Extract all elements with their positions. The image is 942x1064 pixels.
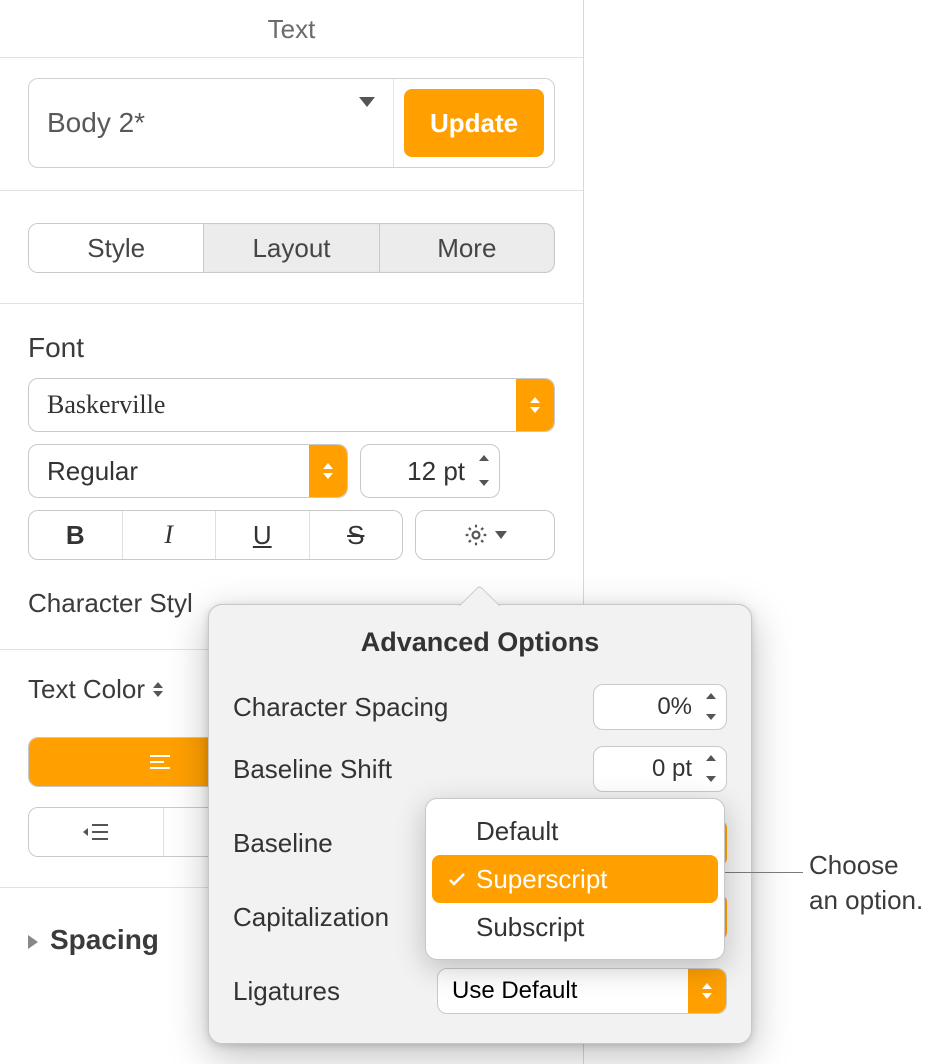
spacing-label: Spacing <box>50 924 159 956</box>
paragraph-style-row: Body 2* Update <box>28 78 555 168</box>
menu-item-label: Subscript <box>476 912 584 943</box>
font-family-value: Baskerville <box>29 390 516 420</box>
ligatures-label: Ligatures <box>233 976 437 1007</box>
disclosure-triangle-icon <box>28 924 40 956</box>
stepper-icon <box>516 379 554 431</box>
paragraph-style-name: Body 2* <box>47 107 145 139</box>
font-heading: Font <box>0 304 583 378</box>
ligatures-dropdown[interactable]: Use Default <box>437 968 727 1014</box>
chevron-down-icon <box>495 531 507 539</box>
callout-line-2: an option. <box>809 885 923 915</box>
update-style-button[interactable]: Update <box>404 89 544 157</box>
chevron-down-icon <box>359 107 375 139</box>
baseline-menu: Default Superscript Subscript <box>425 798 725 960</box>
inspector-tabs: Style Layout More <box>28 223 555 273</box>
decrease-indent-button[interactable] <box>29 808 164 856</box>
italic-button[interactable]: I <box>123 511 217 559</box>
text-color-dropdown[interactable] <box>153 682 163 697</box>
baseline-shift-label: Baseline Shift <box>233 754 593 785</box>
font-size-value: 12 pt <box>407 456 465 487</box>
tab-style[interactable]: Style <box>29 224 204 272</box>
baseline-shift-row: Baseline Shift 0 pt <box>209 738 751 800</box>
tab-layout[interactable]: Layout <box>204 224 379 272</box>
text-color-label: Text Color <box>28 674 145 705</box>
strikethrough-button[interactable]: S <box>310 511 403 559</box>
paragraph-style-section: Body 2* Update <box>0 58 583 168</box>
stepper-icon <box>309 445 347 497</box>
bold-button[interactable]: B <box>29 511 123 559</box>
baseline-shift-value: 0 pt <box>652 755 692 783</box>
stepper-icon <box>688 969 726 1013</box>
font-size-stepper[interactable] <box>471 447 497 495</box>
decrease-indent-icon <box>82 822 110 842</box>
callout-leader-line <box>719 872 803 873</box>
font-weight-dropdown[interactable]: Regular <box>28 444 348 498</box>
checkmark-icon <box>448 871 476 887</box>
character-spacing-label: Character Spacing <box>233 692 593 723</box>
menu-item-label: Default <box>476 816 558 847</box>
ligatures-row: Ligatures Use Default <box>209 948 751 1032</box>
advanced-options-button[interactable] <box>415 510 555 560</box>
ligatures-value: Use Default <box>438 977 688 1005</box>
character-spacing-field[interactable]: 0% <box>593 684 727 730</box>
paragraph-style-dropdown[interactable]: Body 2* <box>29 79 394 167</box>
callout-text: Choose an option. <box>809 848 923 918</box>
baseline-option-default[interactable]: Default <box>432 807 718 855</box>
text-format-group: B I U S <box>28 510 403 560</box>
tab-more[interactable]: More <box>380 224 554 272</box>
underline-button[interactable]: U <box>216 511 310 559</box>
font-size-field[interactable]: 12 pt <box>360 444 500 498</box>
popover-title: Advanced Options <box>209 605 751 676</box>
callout-line-1: Choose <box>809 850 899 880</box>
baseline-shift-field[interactable]: 0 pt <box>593 746 727 792</box>
character-spacing-value: 0% <box>657 693 692 721</box>
character-spacing-stepper[interactable] <box>698 687 724 727</box>
baseline-option-subscript[interactable]: Subscript <box>432 903 718 951</box>
font-weight-value: Regular <box>29 456 309 487</box>
align-left-icon <box>148 753 172 771</box>
baseline-shift-stepper[interactable] <box>698 749 724 789</box>
panel-title: Text <box>0 0 583 58</box>
character-spacing-row: Character Spacing 0% <box>209 676 751 738</box>
gear-icon <box>463 522 489 548</box>
menu-item-label: Superscript <box>476 864 608 895</box>
baseline-option-superscript[interactable]: Superscript <box>432 855 718 903</box>
font-family-dropdown[interactable]: Baskerville <box>28 378 555 432</box>
